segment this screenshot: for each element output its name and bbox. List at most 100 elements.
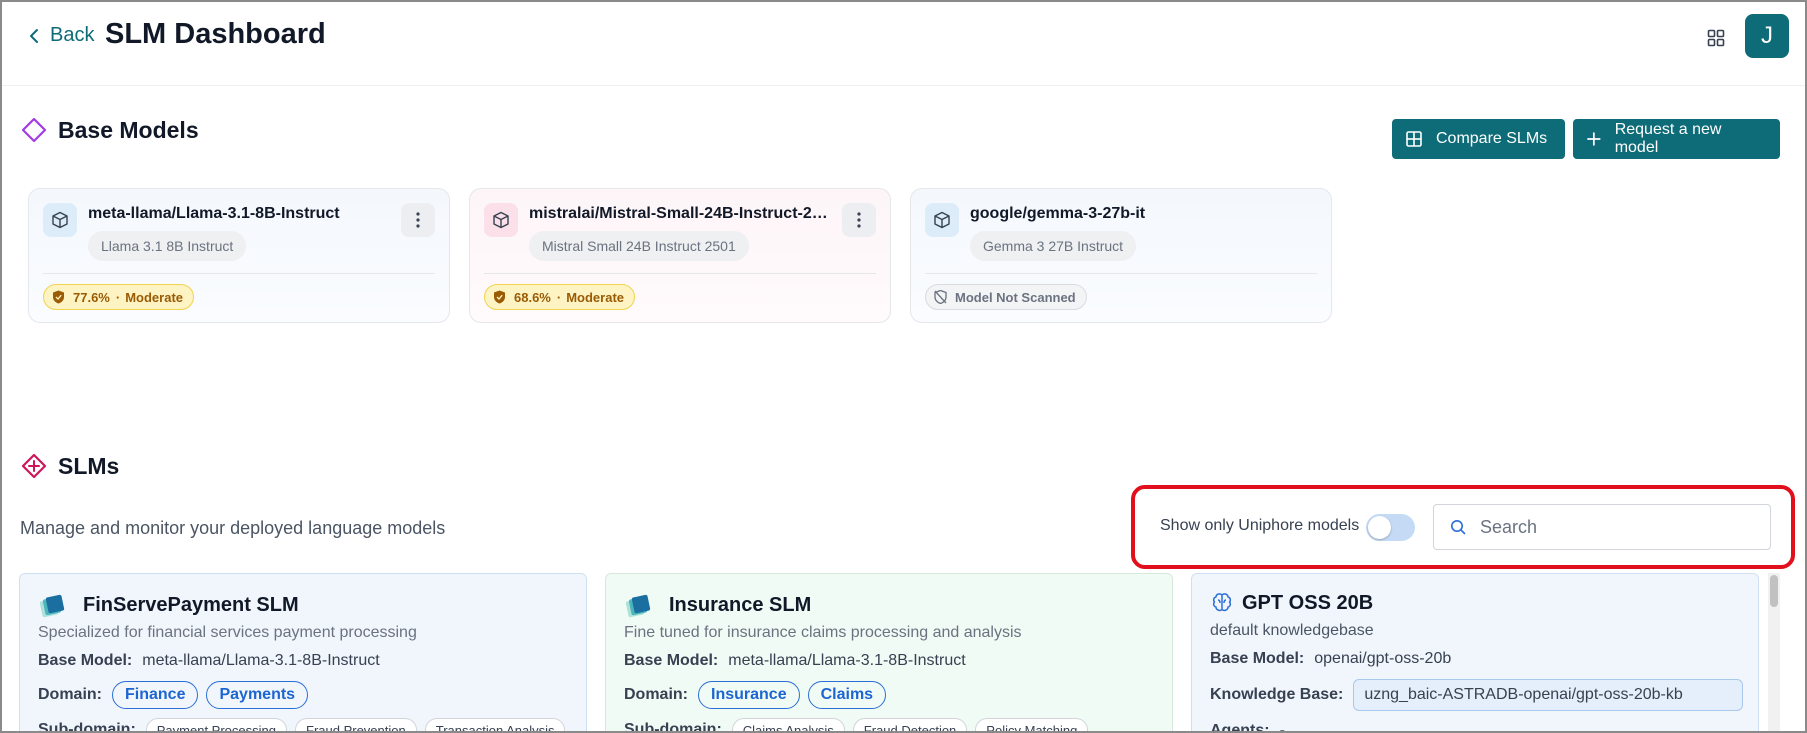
table-icon bbox=[1406, 131, 1422, 147]
agents-row: Agents: - bbox=[1210, 722, 1285, 733]
slm-name: FinServePayment SLM bbox=[83, 594, 299, 616]
subdomain-tag: Claims Analysis bbox=[731, 718, 845, 731]
layers-icon bbox=[625, 594, 651, 618]
slm-card[interactable]: Insurance SLM Fine tuned for insurance c… bbox=[605, 573, 1173, 733]
base-model-name: google/gemma-3-27b-it bbox=[970, 205, 1146, 222]
apps-grid-button[interactable] bbox=[1702, 24, 1730, 52]
domain-row: Domain: Finance Payments bbox=[38, 681, 316, 709]
agents-value: - bbox=[1279, 722, 1285, 733]
avatar[interactable]: J bbox=[1745, 14, 1789, 58]
compare-slms-button[interactable]: Compare SLMs bbox=[1392, 119, 1565, 159]
uniphore-models-toggle[interactable] bbox=[1366, 514, 1415, 541]
cube-icon bbox=[925, 203, 959, 237]
base-model-display-name: Llama 3.1 8B Instruct bbox=[88, 231, 247, 261]
domain-pill: Finance bbox=[112, 681, 199, 709]
scrollbar-thumb[interactable] bbox=[1770, 575, 1778, 607]
agents-label: Agents: bbox=[1210, 722, 1270, 733]
cube-icon bbox=[484, 203, 518, 237]
plus-diamond-icon bbox=[21, 453, 47, 479]
base-model-value: meta-llama/Llama-3.1-8B-Instruct bbox=[142, 652, 380, 669]
domain-pill: Claims bbox=[807, 681, 887, 709]
slms-title: SLMs bbox=[58, 452, 120, 479]
subdomain-label: Sub-domain: bbox=[624, 721, 722, 733]
chevron-left-icon bbox=[30, 28, 38, 43]
risk-level: Moderate bbox=[566, 289, 625, 305]
base-models-title: Base Models bbox=[58, 116, 199, 143]
page-title: SLM Dashboard bbox=[105, 18, 326, 50]
slm-description: default knowledgebase bbox=[1210, 622, 1374, 639]
slm-name: GPT OSS 20B bbox=[1242, 592, 1374, 614]
base-model-label: Base Model: bbox=[38, 652, 133, 669]
domain-row: Domain: Insurance Claims bbox=[624, 681, 894, 709]
uniphore-filter-label: Show only Uniphore models bbox=[1160, 517, 1360, 534]
search-icon bbox=[1451, 520, 1466, 535]
base-model-display-name: Gemma 3 27B Instruct bbox=[970, 231, 1137, 261]
shield-icon bbox=[494, 290, 505, 304]
knowledge-base-row: Knowledge Base: uzng_baic-ASTRADB-openai… bbox=[1210, 679, 1744, 711]
request-model-button[interactable]: Request a new model bbox=[1573, 119, 1780, 159]
domain-pill: Payments bbox=[206, 681, 309, 709]
back-button[interactable]: Back bbox=[26, 24, 94, 47]
base-model-row: Base Model: meta-llama/Llama-3.1-8B-Inst… bbox=[624, 652, 966, 670]
base-model-row: Base Model: meta-llama/Llama-3.1-8B-Inst… bbox=[38, 652, 380, 670]
slms-subtitle: Manage and monitor your deployed languag… bbox=[20, 518, 446, 538]
layers-icon bbox=[39, 594, 65, 618]
security-score-badge: 68.6% · Moderate bbox=[484, 284, 636, 310]
search-input[interactable] bbox=[1480, 516, 1750, 538]
grid-icon bbox=[1707, 29, 1725, 47]
scrollbar[interactable] bbox=[1768, 573, 1780, 731]
slm-card[interactable]: GPT OSS 20B default knowledgebase Base M… bbox=[1191, 573, 1759, 733]
more-options-button[interactable] bbox=[842, 203, 876, 237]
subdomain-tag: Policy Matching bbox=[975, 718, 1089, 731]
plus-icon bbox=[1587, 132, 1601, 146]
knowledge-base-label: Knowledge Base: bbox=[1210, 686, 1344, 703]
subdomain-row: Sub-domain: Payment Processing Fraud Pre… bbox=[38, 718, 573, 733]
brain-icon bbox=[1212, 593, 1232, 612]
base-model-card[interactable]: mistralai/Mistral-Small-24B-Instruct-2… … bbox=[469, 188, 891, 323]
base-model-card[interactable]: google/gemma-3-27b-it Gemma 3 27B Instru… bbox=[910, 188, 1332, 323]
diamond-icon bbox=[21, 117, 47, 143]
domain-pill: Insurance bbox=[698, 681, 800, 709]
score-value: 77.6% bbox=[73, 289, 110, 305]
divider bbox=[925, 273, 1317, 274]
cube-icon bbox=[43, 203, 77, 237]
base-model-name: meta-llama/Llama-3.1-8B-Instruct bbox=[88, 205, 340, 222]
slm-card[interactable]: FinServePayment SLM Specialized for fina… bbox=[19, 573, 587, 733]
back-label: Back bbox=[50, 24, 95, 46]
base-model-label: Base Model: bbox=[624, 652, 719, 669]
shield-icon bbox=[53, 290, 64, 304]
search-box[interactable] bbox=[1433, 504, 1771, 550]
security-score-badge: 77.6% · Moderate bbox=[43, 284, 195, 310]
score-value: 68.6% bbox=[514, 289, 551, 305]
scan-status-badge: Model Not Scanned bbox=[925, 284, 1087, 310]
base-model-row: Base Model: openai/gpt-oss-20b bbox=[1210, 650, 1451, 668]
subdomain-tag: Payment Processing bbox=[145, 718, 287, 731]
base-model-card[interactable]: meta-llama/Llama-3.1-8B-Instruct Llama 3… bbox=[28, 188, 450, 323]
slm-description: Fine tuned for insurance claims processi… bbox=[624, 624, 1022, 641]
slm-description: Specialized for financial services payme… bbox=[38, 624, 417, 641]
subdomain-label: Sub-domain: bbox=[38, 721, 136, 733]
slm-name: Insurance SLM bbox=[669, 594, 812, 616]
header: Back SLM Dashboard J bbox=[2, 2, 1805, 86]
domain-label: Domain: bbox=[624, 686, 688, 703]
kebab-icon bbox=[416, 212, 420, 228]
knowledge-base-value: uzng_baic-ASTRADB-openai/gpt-oss-20b-kb bbox=[1353, 679, 1744, 711]
base-model-display-name: Mistral Small 24B Instruct 2501 bbox=[529, 231, 749, 261]
domain-label: Domain: bbox=[38, 686, 102, 703]
subdomain-row: Sub-domain: Claims Analysis Fraud Detect… bbox=[624, 718, 1096, 733]
toggle-knob bbox=[1368, 516, 1391, 539]
slms-heading: SLMs bbox=[20, 452, 119, 480]
risk-level: Moderate bbox=[125, 289, 184, 305]
base-model-value: openai/gpt-oss-20b bbox=[1314, 650, 1452, 667]
divider bbox=[484, 273, 876, 274]
request-model-label: Request a new model bbox=[1614, 121, 1722, 156]
base-models-heading: Base Models bbox=[20, 116, 199, 144]
more-options-button[interactable] bbox=[401, 203, 435, 237]
compare-slms-label: Compare SLMs bbox=[1436, 130, 1548, 147]
subdomain-tag: Fraud Prevention bbox=[295, 718, 417, 731]
base-model-value: meta-llama/Llama-3.1-8B-Instruct bbox=[728, 652, 966, 669]
scan-status: Model Not Scanned bbox=[955, 289, 1076, 305]
base-model-label: Base Model: bbox=[1210, 650, 1305, 667]
kebab-icon bbox=[857, 212, 861, 228]
base-model-name: mistralai/Mistral-Small-24B-Instruct-2… bbox=[529, 205, 828, 222]
